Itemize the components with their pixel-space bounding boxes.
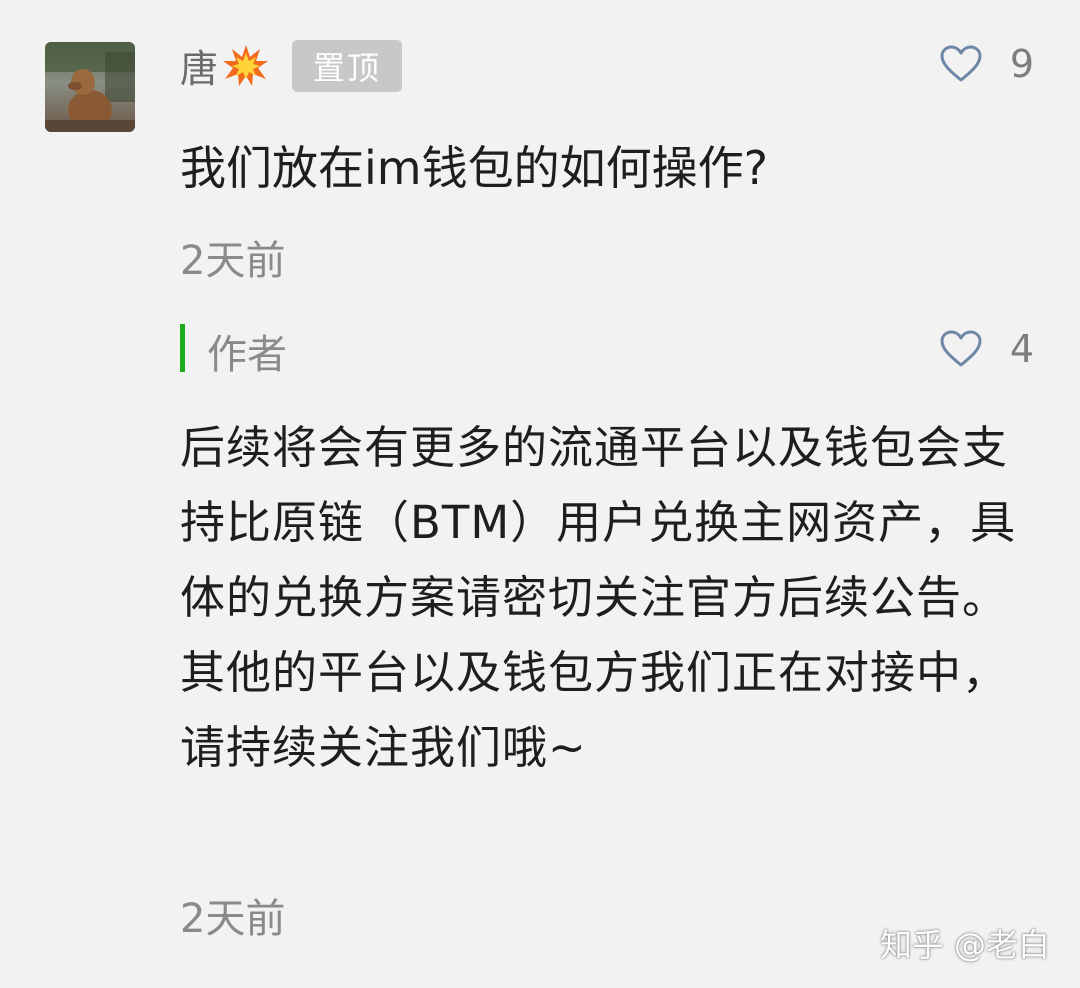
author-label[interactable]: 作者 [207, 322, 287, 380]
reply-like-button[interactable]: 4 [940, 327, 1034, 371]
collision-burst-icon [222, 43, 270, 87]
username[interactable]: 唐 [180, 38, 270, 92]
avatar[interactable] [45, 42, 135, 132]
comment-like-button[interactable]: 9 [940, 42, 1034, 86]
comment-text: 我们放在im钱包的如何操作? [180, 141, 769, 195]
reply-timestamp: 2天前 [180, 896, 286, 942]
comment-timestamp: 2天前 [180, 238, 286, 284]
like-count: 9 [1009, 42, 1034, 86]
reply-text: 后续将会有更多的流通平台以及钱包会支持比原链（BTM）用户兑换主网资产，具体的兑… [180, 421, 1017, 774]
zhihu-watermark: 知乎 @老白 [879, 926, 1050, 964]
avatar-image [45, 42, 135, 132]
pinned-badge: 置顶 [292, 40, 402, 92]
author-accent-bar [180, 324, 185, 372]
heart-icon[interactable] [940, 45, 982, 83]
username-text[interactable]: 唐 [180, 38, 218, 93]
heart-icon[interactable] [940, 330, 982, 368]
like-count: 4 [1009, 327, 1034, 371]
